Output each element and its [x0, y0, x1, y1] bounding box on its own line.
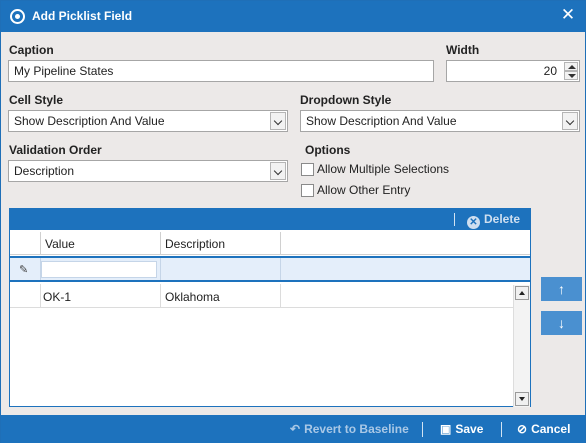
dropdown-style-select[interactable]: Show Description And Value: [300, 110, 580, 132]
validation-order-value: Description: [14, 164, 75, 178]
footer-divider: [422, 422, 423, 437]
revert-to-baseline-button[interactable]: ↶ Revert to Baseline: [290, 422, 409, 436]
save-label: Save: [455, 422, 484, 436]
scroll-down-button[interactable]: [515, 392, 529, 406]
column-header-description[interactable]: Description: [161, 232, 281, 255]
cancel-label: Cancel: [531, 422, 571, 436]
revert-label: Revert to Baseline: [304, 422, 409, 436]
allow-other-checkbox[interactable]: [301, 184, 314, 197]
row-indicator-header: [10, 232, 41, 255]
width-label: Width: [446, 43, 480, 57]
close-button[interactable]: ✕: [559, 6, 577, 24]
column-header-filler: [281, 232, 530, 255]
table-row[interactable]: OK-1 Oklahoma: [10, 284, 514, 308]
new-row-value-cell[interactable]: [41, 258, 161, 280]
chevron-down-icon[interactable]: [270, 112, 286, 130]
validation-order-label: Validation Order: [9, 143, 102, 157]
caption-input[interactable]: My Pipeline States: [8, 60, 434, 82]
chevron-down-icon[interactable]: [270, 162, 286, 180]
allow-other-label[interactable]: Allow Other Entry: [317, 183, 410, 197]
spin-up-button[interactable]: [564, 62, 578, 71]
column-header-value[interactable]: Value: [41, 232, 161, 255]
delete-label: Delete: [484, 212, 521, 226]
dropdown-style-value: Show Description And Value: [306, 114, 457, 128]
options-label: Options: [305, 143, 351, 157]
floppy-disk-icon: ▣: [440, 422, 452, 436]
app-logo-icon: [10, 9, 25, 24]
dropdown-style-label: Dropdown Style: [300, 93, 392, 107]
dialog-footer: ↶ Revert to Baseline ▣ Save ⊘ Cancel: [1, 415, 585, 443]
new-row-indicator: [10, 258, 41, 280]
row-description-cell[interactable]: Oklahoma: [161, 284, 281, 308]
chevron-down-icon[interactable]: [562, 112, 578, 130]
scroll-up-button[interactable]: [515, 286, 529, 300]
x-circle-icon: ✕: [467, 216, 480, 229]
cell-style-label: Cell Style: [9, 93, 64, 107]
new-row-description-cell[interactable]: [161, 258, 281, 280]
width-value: 20: [543, 64, 557, 78]
picklist-grid: ✕ Delete Value Description ✎ OK-1 Oklahom…: [9, 208, 531, 407]
spin-down-button[interactable]: [564, 71, 578, 80]
vertical-scrollbar[interactable]: [513, 285, 530, 407]
new-row[interactable]: ✎: [10, 256, 530, 282]
cancel-circle-icon: ⊘: [517, 422, 528, 436]
delete-button[interactable]: ✕ Delete: [467, 212, 520, 229]
undo-icon: ↶: [290, 422, 301, 436]
row-value-cell[interactable]: OK-1: [41, 284, 161, 308]
save-button[interactable]: ▣ Save: [440, 422, 483, 436]
allow-multiple-label[interactable]: Allow Multiple Selections: [317, 162, 449, 176]
allow-multiple-checkbox[interactable]: [301, 163, 314, 176]
title-bar[interactable]: Add Picklist Field ✕: [1, 1, 585, 32]
cell-style-select[interactable]: Show Description And Value: [8, 110, 288, 132]
cancel-button[interactable]: ⊘ Cancel: [517, 422, 570, 436]
footer-divider: [501, 422, 502, 437]
move-down-button[interactable]: ↓: [541, 311, 582, 335]
move-up-button[interactable]: ↑: [541, 277, 582, 301]
row-indicator: [10, 284, 41, 308]
cell-style-value: Show Description And Value: [14, 114, 165, 128]
width-spinner[interactable]: 20: [446, 60, 580, 82]
grid-toolbar: ✕ Delete: [10, 209, 530, 230]
toolbar-divider: [454, 213, 455, 226]
add-picklist-field-dialog: Add Picklist Field ✕ Caption My Pipeline…: [0, 0, 586, 443]
window-title: Add Picklist Field: [32, 9, 133, 23]
validation-order-select[interactable]: Description: [8, 160, 288, 182]
caption-label: Caption: [9, 43, 54, 57]
